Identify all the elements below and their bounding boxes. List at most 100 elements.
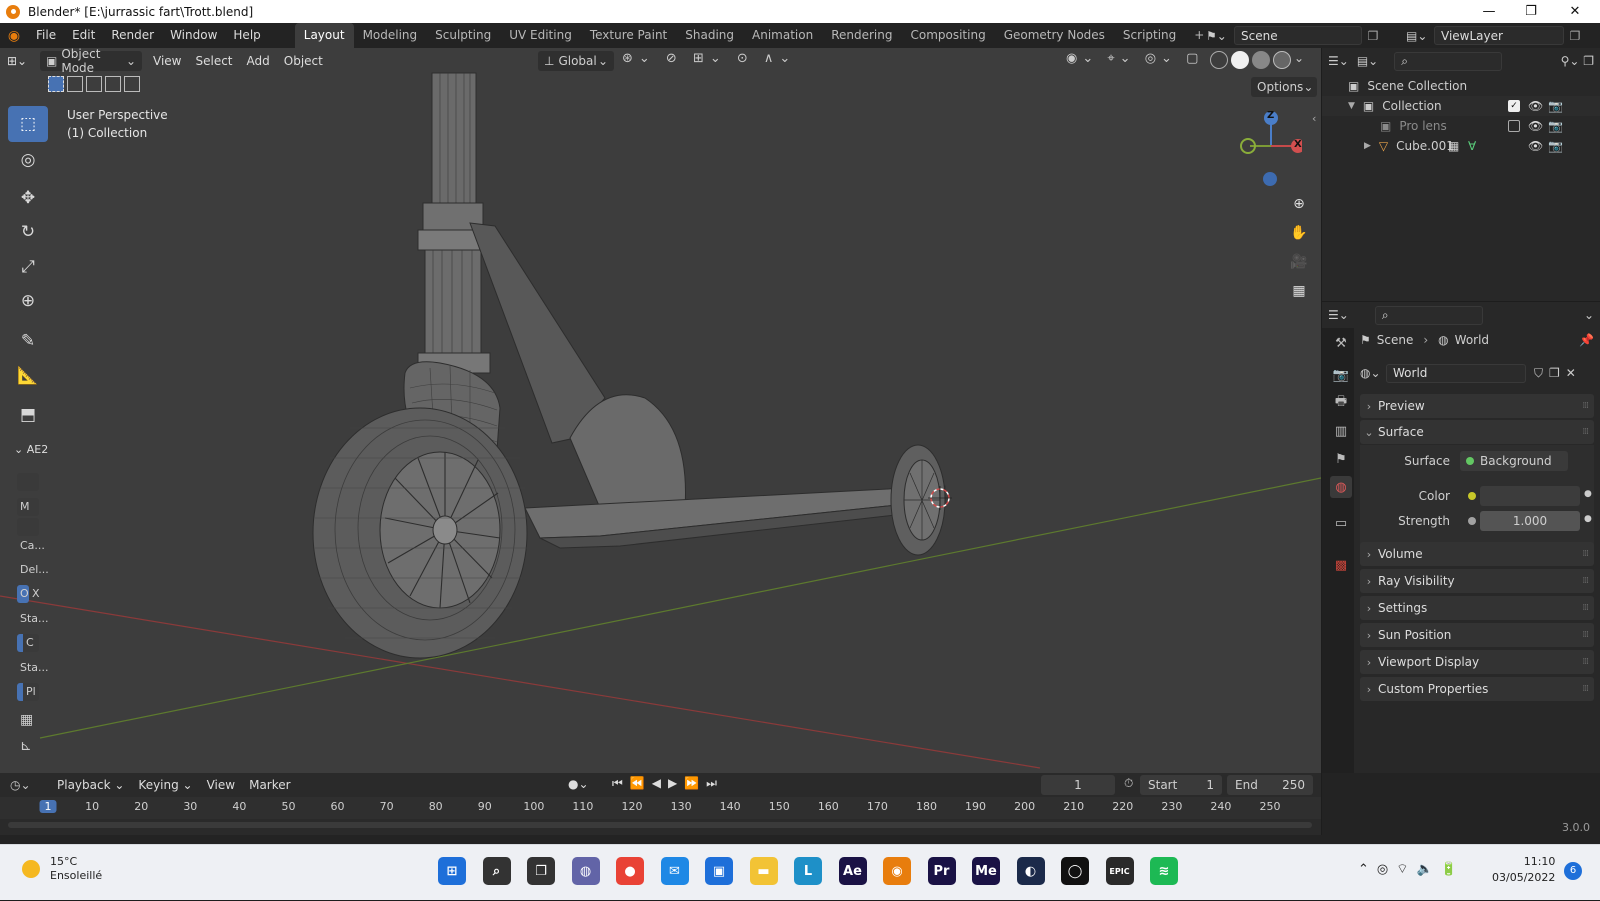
display-mode-icon[interactable]: ▤⌄ — [1357, 54, 1378, 68]
premiere-icon[interactable]: Pr — [927, 857, 956, 885]
select-subtract-icon[interactable] — [86, 76, 102, 92]
new-view-layer-icon[interactable]: ❐ — [1564, 29, 1586, 43]
menu-render[interactable]: Render — [103, 23, 162, 48]
panel-volume[interactable]: › Volume ⁞⁞⁞ — [1360, 542, 1594, 566]
minimize-button[interactable]: — — [1466, 0, 1512, 23]
world-tab-icon[interactable]: ◍ — [1330, 476, 1352, 498]
addon-toggle-pl[interactable]: Pl — [17, 683, 39, 701]
navigation-gizmo[interactable]: Z X — [1234, 106, 1305, 186]
viewport-menu-object[interactable]: Object — [277, 51, 330, 71]
sidebar-collapse-icon[interactable]: ‹ — [1312, 112, 1316, 125]
addon-color-swatch[interactable] — [17, 473, 39, 491]
start-frame-field[interactable]: Start 1 — [1140, 775, 1222, 795]
addon-axis-icon[interactable]: ⊾ — [20, 738, 32, 754]
pivot-snap-proportional-icons[interactable]: ⊛⌄ ⊘ ⊞⌄ ⊙ ∧⌄ — [622, 51, 796, 66]
camera-view-icon[interactable]: 🎥 — [1286, 249, 1312, 275]
menu-edit[interactable]: Edit — [64, 23, 103, 48]
exclude-checkbox[interactable]: ✓ — [1508, 100, 1520, 112]
addon-button-x[interactable]: X — [29, 585, 41, 603]
playback-controls[interactable]: ⏮⏪◀▶⏩⏭ — [612, 776, 724, 791]
world-name-field[interactable]: World — [1386, 363, 1526, 383]
tab-uv-editing[interactable]: UV Editing — [500, 23, 581, 48]
timeline-menu-playback[interactable]: Playback ⌄ — [50, 775, 131, 795]
view-layer-selector[interactable]: ▤⌄ ViewLayer ❐ — [1406, 26, 1596, 45]
search-icon[interactable]: ⌕ — [482, 857, 511, 885]
maximize-button[interactable]: ❐ — [1508, 0, 1554, 23]
blender-menu-icon[interactable]: ◉ — [0, 28, 28, 44]
current-frame-field[interactable]: 1 — [1041, 775, 1115, 795]
cursor-tool-icon[interactable]: ◎ — [8, 142, 48, 178]
addon-button-m[interactable]: M — [17, 498, 39, 516]
spotify-icon[interactable]: ≋ — [1150, 857, 1178, 885]
outliner-row-pro-lens[interactable]: ▣ Pro lens 👁 📷 — [1322, 116, 1600, 136]
duplicate-icon[interactable]: ❐ — [1549, 366, 1560, 380]
strength-field[interactable]: 1.000 — [1480, 511, 1580, 531]
select-box-tool-icon[interactable]: ⬚ — [8, 106, 48, 142]
timeline-scrollbar[interactable] — [8, 822, 1312, 828]
tab-scripting[interactable]: Scripting — [1114, 23, 1185, 48]
task-view-icon[interactable]: ❐ — [527, 857, 555, 885]
view-layer-tab-icon[interactable]: ▥ — [1330, 420, 1352, 442]
tool-tab-icon[interactable]: ⚒ — [1330, 332, 1352, 354]
tab-sculpting[interactable]: Sculpting — [426, 23, 500, 48]
l-app-icon[interactable]: L — [794, 857, 822, 885]
panel-surface[interactable]: ⌄ Surface ⁞⁞⁞ — [1360, 420, 1594, 444]
visibility-eye-icon[interactable]: 👁 — [1528, 119, 1543, 133]
filter-icon[interactable]: ⚲⌄ ❐ — [1561, 54, 1594, 68]
render-camera-icon[interactable]: 📷 — [1548, 119, 1563, 133]
outliner-editor-type-icon[interactable]: ☰⌄ — [1328, 54, 1349, 68]
scene-selector[interactable]: ⚑⌄ Scene ❐ — [1206, 26, 1388, 45]
orientation-dropdown[interactable]: ⊥ Global ⌄ — [538, 51, 614, 71]
chrome-icon[interactable]: ● — [616, 857, 644, 885]
explorer-icon[interactable]: ▬ — [749, 857, 778, 885]
transform-tool-icon[interactable]: ⊕ — [8, 283, 48, 319]
exclude-checkbox[interactable] — [1508, 120, 1520, 132]
tab-shading[interactable]: Shading — [676, 23, 743, 48]
auto-keying-record-icon[interactable]: ●⌄ — [568, 777, 589, 791]
outliner-row-scene-collection[interactable]: ▣ Scene Collection — [1322, 76, 1600, 96]
strength-socket-icon[interactable] — [1468, 517, 1476, 525]
timeline-editor-type-icon[interactable]: ◷⌄ — [10, 778, 50, 792]
outliner-row-collection[interactable]: ▼ ▣ Collection ✓ 👁 📷 — [1322, 96, 1600, 116]
output-tab-icon[interactable]: 🖶 — [1330, 392, 1352, 414]
surface-shader-dropdown[interactable]: Background — [1460, 451, 1568, 471]
texture-tab-icon[interactable]: ▩ — [1330, 554, 1352, 576]
addon-blank-button[interactable] — [17, 518, 39, 536]
new-scene-icon[interactable]: ❐ — [1362, 29, 1384, 43]
tab-texture-paint[interactable]: Texture Paint — [581, 23, 676, 48]
notification-badge[interactable]: 6 — [1564, 862, 1582, 880]
select-new-icon[interactable] — [48, 76, 64, 92]
world-color-swatch[interactable] — [1480, 486, 1580, 506]
annotate-tool-icon[interactable]: ✎ — [8, 323, 48, 359]
stopwatch-icon[interactable]: ⏱ — [1124, 776, 1133, 791]
tab-geometry-nodes[interactable]: Geometry Nodes — [995, 23, 1114, 48]
close-button[interactable]: ✕ — [1552, 0, 1598, 23]
keyframe-dot-icon[interactable]: ● — [1584, 489, 1592, 499]
tab-modeling[interactable]: Modeling — [354, 23, 427, 48]
properties-search-input[interactable]: ⌕ — [1374, 305, 1483, 325]
options-dropdown[interactable]: Options ⌄ — [1251, 77, 1317, 97]
unlink-close-icon[interactable]: ✕ — [1566, 366, 1576, 380]
panel-ray-visibility[interactable]: › Ray Visibility ⁞⁞⁞ — [1360, 569, 1594, 593]
zoom-icon[interactable]: ⊕ — [1286, 191, 1312, 217]
tab-layout[interactable]: Layout — [294, 23, 354, 48]
menu-file[interactable]: File — [28, 23, 64, 48]
viewport-scene[interactable] — [0, 48, 1321, 773]
ortho-toggle-icon[interactable]: ▦ — [1286, 278, 1312, 304]
properties-editor-type-icon[interactable]: ☰⌄ — [1328, 308, 1349, 322]
select-intersect-icon[interactable] — [124, 76, 140, 92]
windows-start-icon[interactable]: ⊞ — [438, 857, 466, 885]
addon-grid-icon[interactable]: ▦ — [20, 712, 33, 728]
system-tray-icons[interactable]: ⌃◎⌔🔈🔋 — [1358, 861, 1465, 877]
panel-viewport-display[interactable]: › Viewport Display ⁞⁞⁞ — [1360, 650, 1594, 674]
blender-icon[interactable]: ◉ — [883, 857, 911, 885]
mode-dropdown[interactable]: ▣ Object Mode ⌄ — [40, 48, 142, 75]
render-camera-icon[interactable]: 📷 — [1548, 139, 1563, 153]
scene-tab-icon[interactable]: ⚑ — [1330, 448, 1352, 470]
view-layer-field[interactable]: ViewLayer — [1434, 26, 1564, 45]
addon-panel-header[interactable]: ⌄ AE2 — [14, 443, 48, 456]
expand-chevron-icon[interactable]: ▶ — [1364, 141, 1371, 151]
menu-window[interactable]: Window — [162, 23, 225, 48]
addon-button-o[interactable]: O — [17, 585, 29, 603]
material-shading-icon[interactable] — [1252, 51, 1270, 69]
